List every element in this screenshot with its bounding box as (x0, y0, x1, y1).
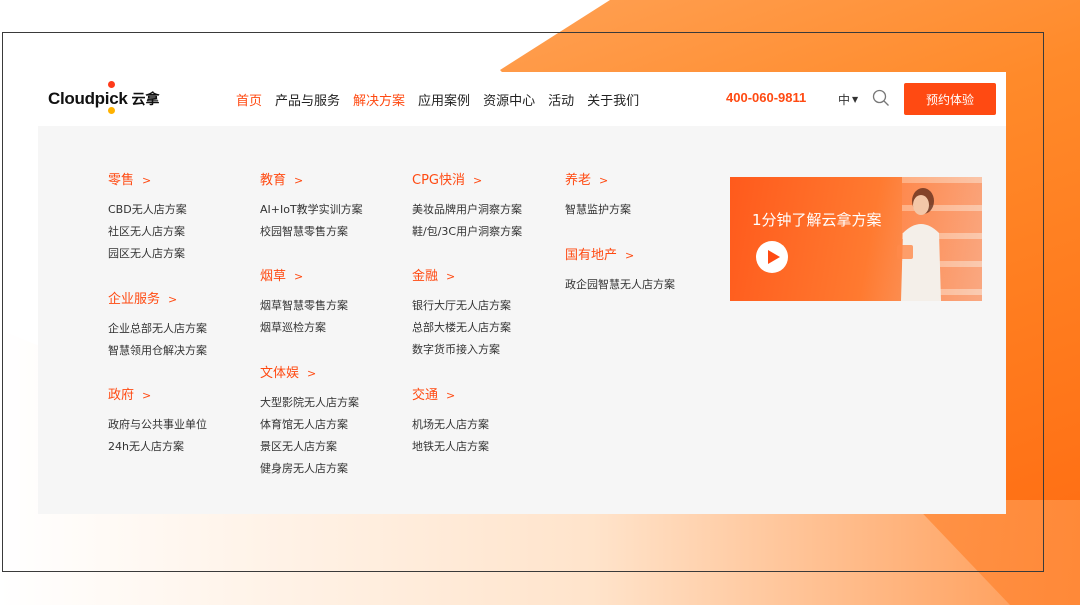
language-selector[interactable]: 中 ▼ (838, 91, 858, 108)
solution-link[interactable]: 鞋/包/3C用户洞察方案 (412, 221, 522, 243)
nav-resources[interactable]: 资源中心 (483, 90, 535, 109)
category-state-real-estate: 国有地产 > 政企园智慧无人店方案 (565, 246, 675, 296)
solution-link[interactable]: CBD无人店方案 (108, 199, 187, 221)
solution-link[interactable]: 社区无人店方案 (108, 221, 187, 243)
solution-link[interactable]: 美妆品牌用户洞察方案 (412, 199, 522, 221)
nav-cases[interactable]: 应用案例 (418, 90, 470, 109)
solution-link[interactable]: 大型影院无人店方案 (260, 392, 359, 414)
category-title[interactable]: 企业服务 > (108, 290, 207, 310)
category-education: 教育 > AI+IoT教学实训方案 校园智慧零售方案 (260, 171, 363, 243)
category-title[interactable]: 交通 > (412, 386, 489, 406)
main-menu: 首页 产品与服务 解决方案 应用案例 资源中心 活动 关于我们 (236, 90, 639, 109)
solution-link[interactable]: 健身房无人店方案 (260, 458, 359, 480)
play-icon[interactable] (756, 241, 788, 273)
nav-products-services[interactable]: 产品与服务 (275, 90, 340, 109)
category-title[interactable]: 教育 > (260, 171, 363, 191)
solution-link[interactable]: 数字货币接入方案 (412, 339, 511, 361)
nav-about[interactable]: 关于我们 (587, 90, 639, 109)
category-title[interactable]: 养老 > (565, 171, 631, 191)
contact-phone[interactable]: 400-060-9811 (726, 90, 806, 105)
solution-link[interactable]: 智慧监护方案 (565, 199, 631, 221)
solution-link[interactable]: 机场无人店方案 (412, 414, 489, 436)
category-government: 政府 > 政府与公共事业单位 24h无人店方案 (108, 386, 207, 458)
solution-link[interactable]: 总部大楼无人店方案 (412, 317, 511, 339)
category-finance: 金融 > 银行大厅无人店方案 总部大楼无人店方案 数字货币接入方案 (412, 267, 511, 361)
search-icon[interactable] (872, 89, 890, 107)
category-retail: 零售 > CBD无人店方案 社区无人店方案 园区无人店方案 (108, 171, 187, 265)
nav-solutions[interactable]: 解决方案 (353, 90, 405, 109)
book-demo-button[interactable]: 预约体验 (904, 83, 996, 115)
solution-link[interactable]: 园区无人店方案 (108, 243, 187, 265)
caret-down-icon: ▼ (852, 95, 859, 104)
category-title[interactable]: 政府 > (108, 386, 207, 406)
solutions-dropdown-panel: 零售 > CBD无人店方案 社区无人店方案 园区无人店方案 企业服务 > 企业总部无… (38, 126, 1006, 514)
solution-link[interactable]: 校园智慧零售方案 (260, 221, 363, 243)
solution-link[interactable]: 景区无人店方案 (260, 436, 359, 458)
category-title[interactable]: 国有地产 > (565, 246, 675, 266)
category-title[interactable]: 零售 > (108, 171, 187, 191)
category-cpg: CPG快消 > 美妆品牌用户洞察方案 鞋/包/3C用户洞察方案 (412, 171, 522, 243)
shopper-illustration (897, 188, 941, 301)
solution-link[interactable]: 体育馆无人店方案 (260, 414, 359, 436)
solution-link[interactable]: 企业总部无人店方案 (108, 318, 207, 340)
top-navigation-bar: Cloudpick 云拿 首页 产品与服务 解决方案 应用案例 资源中心 活动 … (38, 72, 1006, 126)
cloudpick-logo[interactable]: Cloudpick 云拿 (48, 81, 160, 114)
language-label: 中 (838, 93, 851, 107)
nav-events[interactable]: 活动 (548, 90, 574, 109)
category-elderly-care: 养老 > 智慧监护方案 (565, 171, 631, 221)
category-transport: 交通 > 机场无人店方案 地铁无人店方案 (412, 386, 489, 458)
solution-link[interactable]: 政企园智慧无人店方案 (565, 274, 675, 296)
video-title: 1分钟了解云拿方案 (752, 211, 882, 229)
category-enterprise: 企业服务 > 企业总部无人店方案 智慧领用仓解决方案 (108, 290, 207, 362)
solution-link[interactable]: 银行大厅无人店方案 (412, 295, 511, 317)
solution-link[interactable]: 烟草巡检方案 (260, 317, 348, 339)
category-entertainment: 文体娱 > 大型影院无人店方案 体育馆无人店方案 景区无人店方案 健身房无人店方案 (260, 364, 359, 480)
solution-link[interactable]: 政府与公共事业单位 (108, 414, 207, 436)
solution-link[interactable]: 烟草智慧零售方案 (260, 295, 348, 317)
category-title[interactable]: 金融 > (412, 267, 511, 287)
category-title[interactable]: 烟草 > (260, 267, 348, 287)
category-title[interactable]: CPG快消 > (412, 171, 522, 191)
intro-video-card[interactable]: 1分钟了解云拿方案 (730, 177, 982, 301)
solution-link[interactable]: 24h无人店方案 (108, 436, 207, 458)
logo-chinese-name: 云拿 (131, 92, 160, 108)
category-tobacco: 烟草 > 烟草智慧零售方案 烟草巡检方案 (260, 267, 348, 339)
nav-home[interactable]: 首页 (236, 90, 262, 109)
logo-wordmark: Cloudpick (48, 81, 128, 114)
category-title[interactable]: 文体娱 > (260, 364, 359, 384)
solution-link[interactable]: AI+IoT教学实训方案 (260, 199, 363, 221)
solution-link[interactable]: 地铁无人店方案 (412, 436, 489, 458)
solution-link[interactable]: 智慧领用仓解决方案 (108, 340, 207, 362)
